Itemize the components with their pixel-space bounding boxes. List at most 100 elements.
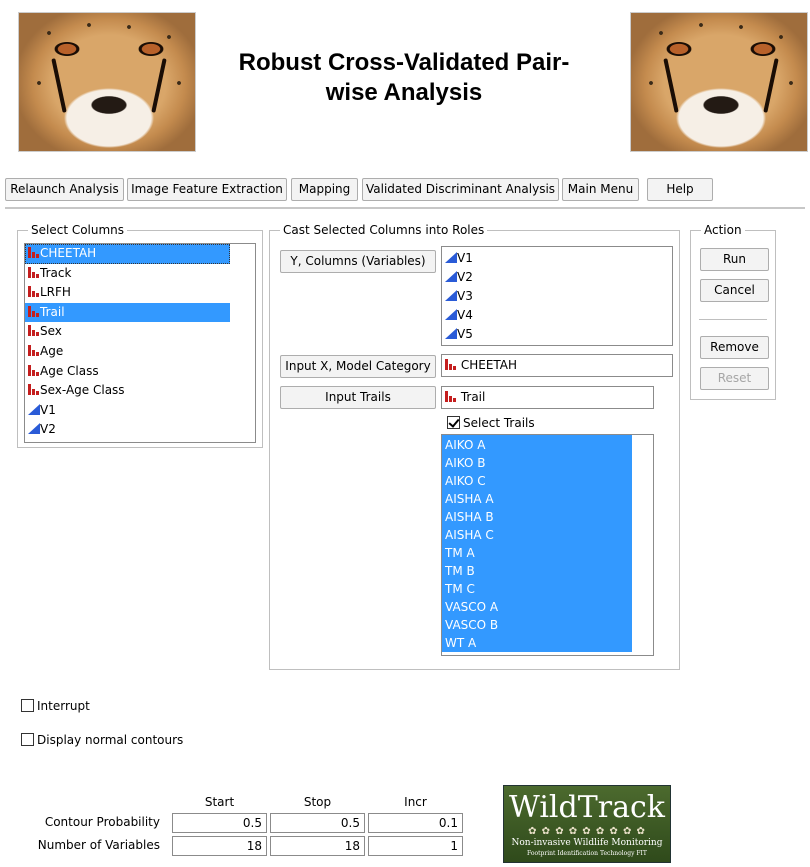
- y-columns-listbox[interactable]: V1 V2 V3 V4 V5: [441, 246, 673, 346]
- input-trails-value: Trail: [460, 390, 486, 404]
- trail-item-vasco-a[interactable]: VASCO A: [442, 598, 632, 616]
- column-item-age-class[interactable]: Age Class: [25, 362, 230, 382]
- y-column-item-v3[interactable]: V3: [442, 287, 672, 306]
- y-column-item-v1[interactable]: V1: [442, 249, 672, 268]
- input-trails-field[interactable]: Trail: [441, 386, 654, 409]
- checkbox-checked-icon[interactable]: [447, 416, 460, 429]
- column-item-trail[interactable]: Trail: [25, 302, 230, 323]
- y-columns-button[interactable]: Y, Columns (Variables): [280, 250, 436, 273]
- y-column-label: V2: [457, 270, 473, 284]
- continuous-icon: [445, 290, 457, 301]
- column-item-label: Sex-Age Class: [40, 383, 125, 398]
- number-of-variables-incr[interactable]: 1: [368, 836, 463, 856]
- interrupt-checkbox[interactable]: Interrupt: [21, 699, 90, 713]
- trail-item-aisha-b[interactable]: AISHA B: [442, 508, 632, 526]
- trail-item-tm-a[interactable]: TM A: [442, 544, 632, 562]
- checkbox-icon[interactable]: [21, 733, 34, 746]
- main-menu-button[interactable]: Main Menu: [562, 178, 639, 201]
- contour-probability-label: Contour Probability: [44, 815, 160, 829]
- continuous-icon: [445, 252, 457, 263]
- y-column-item-v4[interactable]: V4: [442, 306, 672, 325]
- title-line-1: Robust Cross-Validated Pair-: [238, 49, 570, 76]
- trail-item-aiko-a[interactable]: AIKO A: [442, 436, 632, 454]
- trail-item-aisha-a[interactable]: AISHA A: [442, 490, 632, 508]
- nominal-icon: [28, 344, 40, 356]
- nominal-icon: [445, 391, 457, 402]
- input-trails-button[interactable]: Input Trails: [280, 386, 436, 409]
- nominal-icon: [28, 364, 40, 376]
- column-item-sex[interactable]: Sex: [25, 322, 230, 342]
- trail-item-aiko-b[interactable]: AIKO B: [442, 454, 632, 472]
- logo-text: WildTrack: [509, 790, 665, 825]
- validated-discriminant-analysis-button[interactable]: Validated Discriminant Analysis: [362, 178, 559, 201]
- select-trails-label: Select Trails: [463, 416, 535, 430]
- toolbar-divider: [5, 207, 805, 209]
- remove-button[interactable]: Remove: [700, 336, 769, 359]
- paw-prints-icon: ✿ ✿ ✿ ✿ ✿ ✿ ✿ ✿ ✿: [528, 826, 646, 837]
- input-x-field[interactable]: CHEETAH: [441, 354, 673, 377]
- column-item-lrfh[interactable]: LRFH: [25, 283, 230, 303]
- nominal-icon: [28, 247, 40, 258]
- logo-tagline: Non-invasive Wildlife Monitoring: [511, 838, 663, 848]
- continuous-icon: [445, 271, 457, 282]
- trail-item-aiko-c[interactable]: AIKO C: [442, 472, 632, 490]
- image-feature-extraction-button[interactable]: Image Feature Extraction: [127, 178, 287, 201]
- action-divider: [699, 319, 767, 320]
- column-item-v1[interactable]: V1: [25, 401, 230, 421]
- checkbox-icon[interactable]: [21, 699, 34, 712]
- y-column-item-v5[interactable]: V5: [442, 325, 672, 344]
- title-line-2: wise Analysis: [325, 79, 483, 106]
- relaunch-analysis-button[interactable]: Relaunch Analysis: [5, 178, 124, 201]
- action-title: Action: [701, 223, 745, 237]
- cancel-button[interactable]: Cancel: [700, 279, 769, 302]
- column-item-v2[interactable]: V2: [25, 420, 230, 440]
- select-trails-checkbox[interactable]: Select Trails: [447, 416, 535, 430]
- input-x-button[interactable]: Input X, Model Category: [280, 355, 436, 378]
- cheetah-image-left: [18, 12, 196, 152]
- trail-item-vasco-b[interactable]: VASCO B: [442, 616, 632, 634]
- column-item-label: LRFH: [40, 285, 71, 300]
- column-item-label: V2: [40, 422, 56, 437]
- column-item-label: Sex: [40, 324, 62, 339]
- column-item-label: V1: [40, 402, 56, 417]
- trail-item-tm-b[interactable]: TM B: [442, 562, 632, 580]
- run-button[interactable]: Run: [700, 248, 769, 271]
- nominal-icon: [28, 266, 40, 278]
- column-item-label: Track: [40, 265, 72, 280]
- number-of-variables-start[interactable]: 18: [172, 836, 267, 856]
- contour-probability-start[interactable]: 0.5: [172, 813, 267, 833]
- continuous-icon: [445, 309, 457, 320]
- nominal-icon: [28, 384, 40, 396]
- y-column-label: V4: [457, 308, 473, 322]
- trails-listbox[interactable]: AIKO A AIKO B AIKO C AISHA A AISHA B AISHA CT…: [441, 434, 654, 656]
- display-contours-checkbox[interactable]: Display normal contours: [21, 733, 183, 747]
- y-column-label: V5: [457, 327, 473, 341]
- header-stop: Stop: [303, 795, 332, 809]
- reset-button[interactable]: Reset: [700, 367, 769, 390]
- continuous-icon: [445, 328, 457, 339]
- help-button[interactable]: Help: [647, 178, 713, 201]
- trail-item-tm-c[interactable]: TM C: [442, 580, 632, 598]
- input-x-value: CHEETAH: [460, 358, 518, 372]
- page-title: Robust Cross-Validated Pair- wise Analys…: [198, 48, 610, 108]
- mapping-button[interactable]: Mapping: [291, 178, 358, 201]
- column-item-age[interactable]: Age: [25, 342, 230, 362]
- display-contours-label: Display normal contours: [37, 733, 184, 747]
- contour-probability-incr[interactable]: 0.1: [368, 813, 463, 833]
- y-column-item-v2[interactable]: V2: [442, 268, 672, 287]
- nominal-icon: [28, 305, 40, 317]
- trail-item-aisha-c[interactable]: AISHA C: [442, 526, 632, 544]
- contour-probability-stop[interactable]: 0.5: [270, 813, 365, 833]
- column-item-sex-age-class[interactable]: Sex-Age Class: [25, 381, 230, 401]
- column-item-cheetah[interactable]: CHEETAH: [25, 244, 230, 264]
- trail-item-wt-a[interactable]: WT A: [442, 634, 632, 652]
- column-item-label: Trail: [40, 304, 65, 319]
- columns-listbox[interactable]: CHEETAH Track LRFH Trail Sex Age Age Class Sex-…: [24, 243, 256, 443]
- column-item-track[interactable]: Track: [25, 264, 230, 284]
- cast-roles-title: Cast Selected Columns into Roles: [280, 223, 488, 237]
- number-of-variables-stop[interactable]: 18: [270, 836, 365, 856]
- header-incr: Incr: [404, 795, 427, 809]
- nominal-icon: [28, 286, 40, 298]
- header-start: Start: [204, 795, 235, 809]
- cheetah-image-right: [630, 12, 808, 152]
